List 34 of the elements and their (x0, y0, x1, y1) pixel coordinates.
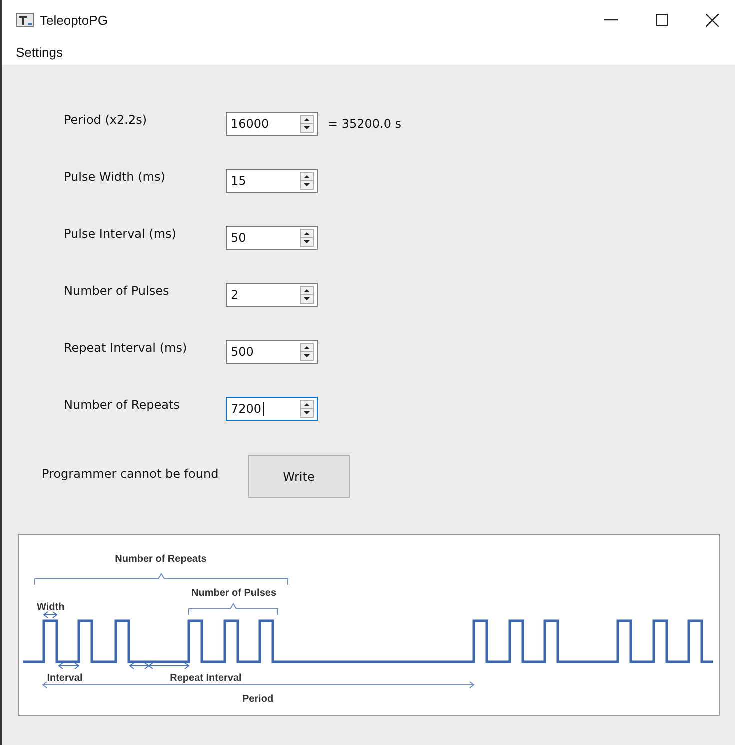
diagram-label: Interval (47, 673, 83, 684)
spinner-arrows-icon[interactable] (300, 115, 314, 133)
spinner-arrows-icon[interactable] (300, 343, 314, 361)
spinner-arrows-icon[interactable] (300, 172, 314, 190)
dimension-arrow (58, 662, 80, 670)
window-title: TeleoptoPG (40, 12, 108, 28)
diagram-label: Repeat Interval (170, 673, 242, 684)
close-icon[interactable] (706, 14, 719, 26)
diagram-label: Number of Repeats (115, 554, 207, 565)
number-field[interactable]: 2 (226, 283, 318, 307)
field-label: Number of Repeats (64, 398, 181, 412)
number-field[interactable]: 16000 (226, 112, 318, 136)
field-label: Period (x2.2s) (64, 113, 148, 127)
spinner-arrows-icon[interactable] (300, 229, 314, 247)
dimension-arrow (43, 612, 58, 618)
field-label: Pulse Interval (ms) (64, 227, 178, 241)
spinner-arrows-icon[interactable] (300, 400, 314, 418)
diagram-label: Width (37, 602, 65, 613)
menu-item[interactable]: Settings (16, 45, 63, 60)
number-field[interactable]: 50 (226, 226, 318, 250)
write-button[interactable]: Write (248, 455, 350, 498)
period-result: = 35200.0 s (328, 117, 402, 131)
status-text: Programmer cannot be found (42, 466, 220, 480)
maximize-icon[interactable] (656, 14, 668, 26)
diagram-label: Number of Pulses (191, 588, 277, 599)
field-label: Pulse Width (ms) (64, 170, 166, 184)
field-label: Repeat Interval (ms) (64, 341, 188, 355)
number-field[interactable]: 7200 (226, 397, 318, 421)
field-label: Number of Pulses (64, 284, 170, 298)
number-field[interactable]: 15 (226, 169, 318, 193)
app-icon (16, 13, 34, 27)
spinner-arrows-icon[interactable] (300, 286, 314, 304)
diagram-label: Period (242, 694, 274, 705)
number-field[interactable]: 500 (226, 340, 318, 364)
